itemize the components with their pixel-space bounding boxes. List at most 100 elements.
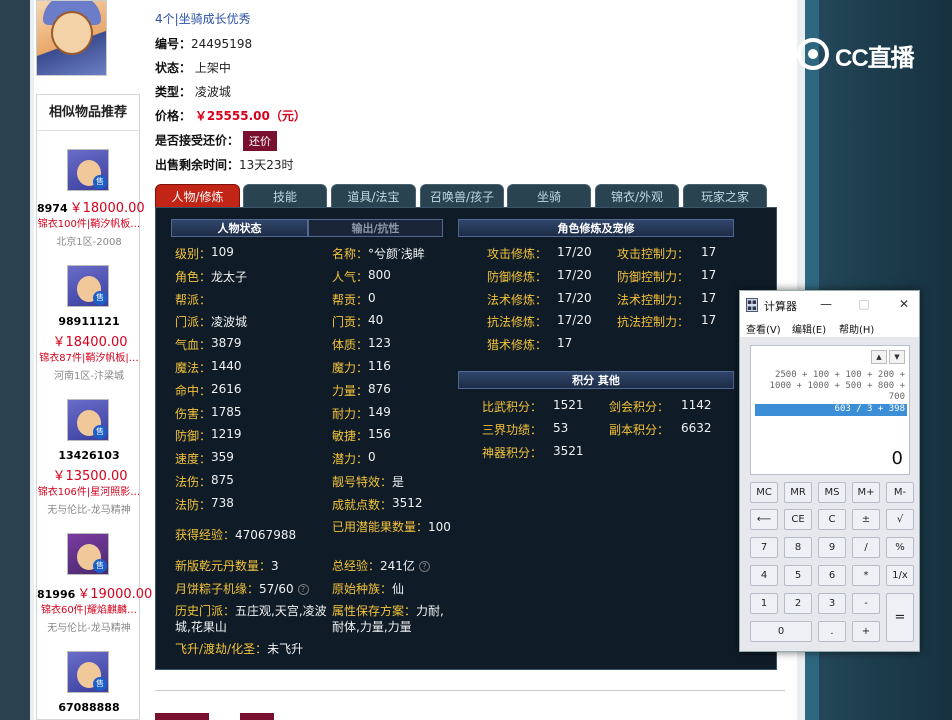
button-percent[interactable]: % <box>886 537 914 558</box>
scroll-down-icon[interactable]: ▼ <box>889 350 905 364</box>
counter-offer-button[interactable]: 还价 <box>243 131 278 151</box>
button-m-plus[interactable]: M+ <box>852 482 880 503</box>
tab-mounts[interactable]: 坐骑 <box>507 184 591 208</box>
stat-value: 凌波城 <box>211 315 248 330</box>
stat-value: 17 <box>701 245 717 259</box>
button-8[interactable]: 8 <box>784 537 812 558</box>
stat-label: 剑会积分： <box>609 400 670 414</box>
grade-line[interactable]: 4个|坐骑成长优秀 <box>155 10 251 27</box>
stat-value: °兮颜′浅眸 <box>368 247 425 261</box>
similar-item-gear[interactable]: 锦衣106件|星河照影… <box>37 483 141 498</box>
button-add[interactable]: + <box>852 621 880 642</box>
menu-view[interactable]: 查看(V) <box>746 321 781 336</box>
calculator-titlebar[interactable]: ▪▪ ▪▪ 计算器 — □ ✕ <box>740 291 919 319</box>
similar-item-thumbnail[interactable]: 售 <box>67 149 109 191</box>
button-ms[interactable]: MS <box>818 482 846 503</box>
tab-home[interactable]: 玩家之家 <box>683 184 767 208</box>
button-5[interactable]: 5 <box>784 565 812 586</box>
button-sqrt[interactable]: √ <box>886 509 914 530</box>
menu-edit[interactable]: 编辑(E) <box>792 321 826 336</box>
similar-item-gear[interactable]: 锦衣60件|耀焰麒麟… <box>37 601 141 616</box>
calculator-window[interactable]: ▪▪ ▪▪ 计算器 — □ ✕ 查看(V) 编辑(E) 帮助(H) ▲ ▼ 250… <box>739 290 920 652</box>
button-reciprocal[interactable]: 1/x <box>886 565 914 586</box>
button-0[interactable]: 0 <box>750 621 812 642</box>
history-sect-row: 历史门派：五庄观,天宫,凌波城,花果山 <box>175 603 327 635</box>
history-line[interactable]: 700 <box>889 392 905 402</box>
header-output-resist[interactable]: 输出/抗性 <box>308 219 443 237</box>
similar-item-id: 81996 <box>37 588 76 601</box>
similar-item-thumbnail[interactable]: 售 <box>67 399 109 441</box>
button-divide[interactable]: / <box>852 537 880 558</box>
history-line-selected[interactable]: 603 / 3 + 398 <box>835 404 905 414</box>
calculator-display: ▲ ▼ 2500 + 100 + 100 + 200 + 1000 + 1000… <box>750 345 910 475</box>
button-c[interactable]: C <box>818 509 846 530</box>
similar-item-thumbnail[interactable]: 售 <box>67 265 109 307</box>
scroll-up-icon[interactable]: ▲ <box>871 350 887 364</box>
listing-id-value: 24495198 <box>191 37 253 51</box>
button-equals[interactable]: = <box>886 593 914 642</box>
similar-item-server: 北京1区-2008 <box>56 237 122 248</box>
header-cultivation: 角色修炼及宠修 <box>458 219 734 237</box>
similar-item-gear[interactable]: 锦衣87件|鞘汐帆板|… <box>37 349 141 364</box>
button-backspace[interactable]: ⟵ <box>750 509 778 530</box>
stat-value: 17 <box>701 290 717 305</box>
stat-value: 149 <box>368 404 391 419</box>
stat-label: 人气： <box>332 269 369 284</box>
help-icon[interactable]: ? <box>297 584 309 595</box>
stat-label: 攻击控制力： <box>617 247 690 261</box>
time-left-value: 13天23时 <box>239 158 294 172</box>
similar-item-gear[interactable]: 锦衣100件|鞘汐帆板… <box>37 215 141 230</box>
button-ce[interactable]: CE <box>784 509 812 530</box>
used-fruit-label: 已用潜能果数量： <box>332 520 429 534</box>
stat-value: 800 <box>368 267 391 282</box>
attr-save-label: 属性保存方案： <box>332 604 417 618</box>
stat-label: 潜力： <box>332 452 369 467</box>
button-4[interactable]: 4 <box>750 565 778 586</box>
stat-label: 法术修炼： <box>487 292 548 307</box>
button-1[interactable]: 1 <box>750 593 778 614</box>
ascend-row: 飞升/渡劫/化圣：未飞升 <box>175 641 303 657</box>
button-9[interactable]: 9 <box>818 537 846 558</box>
stat-value: 0 <box>368 450 376 465</box>
button-6[interactable]: 6 <box>818 565 846 586</box>
tab-pets[interactable]: 召唤兽/孩子 <box>420 184 504 208</box>
button-7[interactable]: 7 <box>750 537 778 558</box>
for-sale-badge-icon: 售 <box>93 425 107 439</box>
stat-value: 1521 <box>553 398 584 412</box>
history-scroll: ▲ ▼ <box>871 350 905 364</box>
stat-label: 魔力： <box>332 361 369 375</box>
button-mr[interactable]: MR <box>784 482 812 503</box>
stat-value: 1440 <box>211 359 242 373</box>
minimize-icon[interactable]: — <box>816 295 836 313</box>
button-multiply[interactable]: * <box>852 565 880 586</box>
stat-value: 53 <box>553 421 569 435</box>
bottom-button[interactable] <box>240 713 274 720</box>
bottom-button[interactable] <box>155 713 209 720</box>
history-line[interactable]: 2500 + 100 + 100 + 200 + <box>775 370 905 380</box>
button-m-minus[interactable]: M- <box>886 482 914 503</box>
stat-label: 角色： <box>175 269 212 284</box>
button-mc[interactable]: MC <box>750 482 778 503</box>
history-line[interactable]: 1000 + 1000 + 500 + 800 + <box>770 381 905 391</box>
grade-text: |坐骑成长优秀 <box>174 12 251 26</box>
listing-type-row: 类型： 凌波城 <box>155 83 231 100</box>
close-icon[interactable]: ✕ <box>894 295 914 313</box>
similar-item-thumbnail[interactable]: 售 <box>67 651 109 693</box>
tab-items[interactable]: 道具/法宝 <box>331 184 416 208</box>
tab-character[interactable]: 人物/修炼 <box>155 184 240 208</box>
menu-help[interactable]: 帮助(H) <box>839 321 874 336</box>
stat-value: 123 <box>368 336 391 351</box>
similar-item-thumbnail[interactable]: 售 <box>67 533 109 575</box>
button-decimal[interactable]: . <box>818 621 846 642</box>
tab-skills[interactable]: 技能 <box>243 184 327 208</box>
maximize-icon[interactable]: □ <box>854 295 874 313</box>
button-2[interactable]: 2 <box>784 593 812 614</box>
help-icon[interactable]: ? <box>418 561 430 572</box>
cc-live-logo: CC直播 <box>797 36 927 72</box>
button-3[interactable]: 3 <box>818 593 846 614</box>
exp-label: 获得经验： <box>175 528 236 542</box>
button-subtract[interactable]: - <box>852 593 880 614</box>
button-plus-minus[interactable]: ± <box>852 509 880 530</box>
header-character-status[interactable]: 人物状态 <box>171 219 308 237</box>
tab-outfits[interactable]: 锦衣/外观 <box>595 184 679 208</box>
